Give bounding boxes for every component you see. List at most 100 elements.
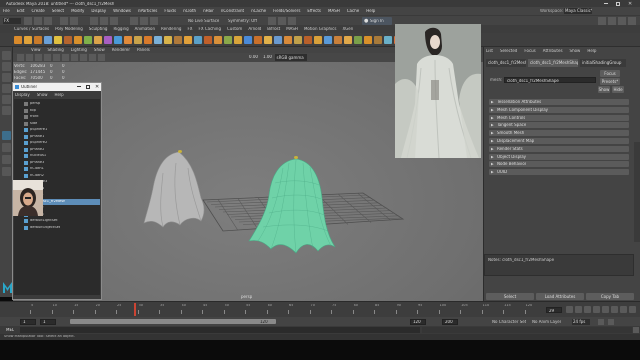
menu-nparticles[interactable]: nParticles [138,9,157,13]
shelf-tool-icon[interactable] [164,36,172,44]
workspace-dropdown[interactable]: Maya Classic* [564,8,592,14]
persp-graph-layout-icon[interactable] [2,167,11,176]
ae-menu-focus[interactable]: Focus [524,49,535,53]
fps-dropdown[interactable]: 24 fps [572,318,590,325]
maximize-icon[interactable] [616,1,620,6]
shelf-tool-icon[interactable] [104,36,112,44]
four-view-layout-icon[interactable] [2,143,11,152]
menu-windows[interactable]: Windows [113,9,131,13]
shelf-tab[interactable]: Custom [227,27,242,31]
shelf-tool-icon[interactable] [364,36,372,44]
shelf-tool-icon[interactable] [134,36,142,44]
render-frame-icon[interactable] [268,17,276,25]
attribute-section[interactable]: ▶ UUID [489,169,629,176]
shelf-tool-icon[interactable] [94,36,102,44]
select-hierarchy-icon[interactable] [90,17,98,25]
cloth-default[interactable] [143,150,205,228]
scale-tool-icon[interactable] [2,106,11,115]
grid-toggle-icon[interactable] [35,54,42,61]
outliner-item[interactable]: nCloth1 [14,166,100,172]
attribute-section[interactable]: ▶ Displacement Map [489,138,629,144]
shelf-tool-icon[interactable] [34,36,42,44]
shelf-tool-icon[interactable] [54,36,62,44]
shelf-tab[interactable]: Animation [135,27,155,31]
shelf-tool-icon[interactable] [374,36,382,44]
shelf-tab[interactable]: Curves / Surfaces [14,27,49,31]
shelf-tool-icon[interactable] [244,36,252,44]
redo-icon[interactable] [70,17,78,25]
hide-button[interactable]: Hide [612,86,624,93]
step-back-icon[interactable] [584,306,591,313]
menu-create[interactable]: Create [31,9,44,13]
shelf-tool-icon[interactable] [214,36,222,44]
lights-icon[interactable] [71,54,78,61]
open-scene-icon[interactable] [34,17,42,25]
shelf-tool-icon[interactable] [194,36,202,44]
outliner-item[interactable]: defaultLightSet [14,218,100,224]
image-plane-icon[interactable] [26,54,33,61]
rotate-tool-icon[interactable] [2,95,11,104]
go-to-end-icon[interactable] [629,306,636,313]
ae-menu-selected[interactable]: Selected [500,49,517,53]
select-object-icon[interactable] [100,17,108,25]
start-time-field[interactable]: 1 [20,318,36,325]
outliner-menu-help[interactable]: Help [55,93,64,97]
sign-in-button[interactable]: ● Sign In [362,17,392,25]
snap-point-icon[interactable] [150,17,158,25]
viewport-menu-show[interactable]: Show [94,48,105,52]
outliner-item[interactable]: nCloth2 [14,173,100,179]
menu-set-dropdown[interactable]: FX [3,18,21,24]
shelf-tool-icon[interactable] [294,36,302,44]
show-button[interactable]: Show [598,86,610,93]
wireframe-icon[interactable] [44,54,51,61]
snap-curve-icon[interactable] [140,17,148,25]
close-icon[interactable]: ✕ [95,84,99,90]
shelf-tab[interactable]: Rigging [113,27,128,31]
shelf-tab[interactable]: MASH [286,27,298,31]
attribute-section[interactable]: ▶ Tangent Space [489,122,629,129]
attribute-editor-toggle-icon[interactable] [608,17,616,25]
character-set-dropdown[interactable]: No Character Set [492,320,526,324]
shelf-tool-icon[interactable] [144,36,152,44]
shelf-tool-icon[interactable] [44,36,52,44]
go-to-start-icon[interactable] [566,306,573,313]
shelf-tool-icon[interactable] [14,36,22,44]
outliner-menu-show[interactable]: Show [37,93,48,97]
render-settings-icon[interactable] [288,17,296,25]
outliner-item[interactable]: side [14,121,100,127]
shadows-icon[interactable] [80,54,87,61]
smooth-shade-icon[interactable] [53,54,60,61]
save-scene-icon[interactable] [44,17,52,25]
viewport-menu-lighting[interactable]: Lighting [71,48,87,52]
menu-ncloth[interactable]: nCloth [183,9,196,13]
outliner-item[interactable]: pPlane1 [14,134,100,140]
ae-menu-attributes[interactable]: Attributes [543,49,563,53]
step-back-key-icon[interactable] [575,306,582,313]
shelf-tab[interactable]: Sculpting [89,27,108,31]
menu-modify[interactable]: Modify [71,9,84,13]
shape-name-field[interactable]: cloth_dsc1_fr2MeshShape [504,77,596,83]
shelf-tool-icon[interactable] [64,36,72,44]
anim-layer-dropdown[interactable]: No Anim Layer [532,320,561,324]
shelf-tab[interactable]: Motion Graphics [304,27,337,31]
playback-start-field[interactable]: 1 [40,318,56,325]
shelf-tool-icon[interactable] [254,36,262,44]
attribute-section[interactable]: ▶ Render Stats [489,145,629,152]
node-tab[interactable]: cloth_dsc1_fr2MeshShape [528,59,578,67]
menu-effects[interactable]: Effects [307,9,321,13]
step-forward-key-icon[interactable] [620,306,627,313]
shelf-tab[interactable]: XGen [342,27,353,31]
menu-ncache[interactable]: nCache [251,9,266,13]
play-forward-icon[interactable] [602,306,609,313]
command-input[interactable] [20,327,420,333]
close-icon[interactable]: ✕ [628,1,632,7]
current-time-marker[interactable] [134,303,136,316]
shelf-tab[interactable]: FX [187,27,192,31]
shelf-tool-icon[interactable] [354,36,362,44]
menu-file[interactable]: File [3,9,10,13]
ae-menu-list[interactable]: List [486,49,493,53]
shelf-tool-icon[interactable] [204,36,212,44]
persp-outliner-layout-icon[interactable] [2,155,11,164]
lasso-tool-icon[interactable] [2,62,11,71]
current-frame-field[interactable]: 29 [546,307,562,313]
